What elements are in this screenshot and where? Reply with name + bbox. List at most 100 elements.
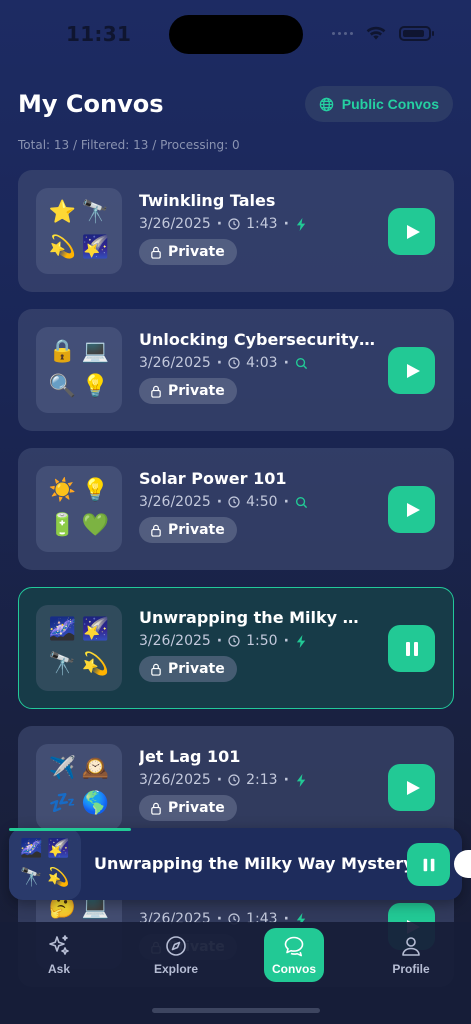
convo-title: Twinkling Tales [139, 191, 276, 210]
mini-player-emoji: 🌌 [20, 838, 43, 859]
convo-emoji: 🔭 [81, 200, 110, 225]
battery-icon [399, 25, 434, 41]
clock-icon [228, 635, 240, 647]
convo-card[interactable]: ☀️ 💡 🔋 💚 Solar Power 101 3/26/2025 · 4:50 ·… [18, 448, 454, 570]
play-button[interactable] [388, 347, 435, 394]
clock-icon [228, 218, 240, 230]
convo-card[interactable]: 🌌 🌠 🔭 💫 Unwrapping the Milky Way... 3/26/20… [18, 587, 454, 709]
mini-player[interactable]: 🌌 🌠 🔭 💫 Unwrapping the Milky Way Mystery [9, 828, 471, 900]
separator-dot: · [283, 216, 289, 232]
convo-date: 3/26/2025 [139, 355, 211, 371]
convo-emoji: 🔭 [48, 652, 77, 677]
visibility-badge: Private [139, 239, 237, 265]
separator-dot: · [283, 355, 289, 371]
visibility-badge: Private [139, 517, 237, 543]
visibility-label: Private [168, 522, 225, 538]
convo-emoji: 💡 [81, 374, 110, 399]
convo-meta: 3/26/2025 · 4:50 · [139, 494, 308, 510]
globe-icon [319, 97, 334, 111]
visibility-label: Private [168, 244, 225, 260]
status-icons [332, 25, 434, 41]
visibility-label: Private [168, 383, 225, 399]
convo-title: Unlocking Cybersecurity Sec... [139, 330, 375, 349]
mini-player-emoji: 🌠 [47, 838, 70, 859]
page-title: My Convos [18, 90, 164, 118]
convo-emoji: ☀️ [48, 478, 77, 503]
visibility-badge: Private [139, 656, 237, 682]
convo-emoji: 💡 [81, 478, 110, 503]
pause-icon [405, 641, 418, 656]
mini-player-handle[interactable] [454, 850, 471, 878]
nav-explore-label: Explore [153, 962, 198, 976]
separator-dot: · [216, 633, 223, 649]
play-icon [406, 363, 420, 378]
convo-meta: 3/26/2025 · 1:50 · [139, 633, 308, 649]
convo-emoji: 🌠 [81, 617, 110, 642]
sparkles-icon [49, 935, 69, 955]
convo-emoji: 🔍 [48, 374, 77, 399]
convo-emoji: 💻 [81, 339, 110, 364]
convo-emoji: 🌠 [81, 235, 110, 260]
convo-title: Solar Power 101 [139, 469, 287, 488]
pause-button[interactable] [388, 625, 435, 672]
convo-date: 3/26/2025 [139, 633, 211, 649]
separator-dot: · [283, 633, 289, 649]
convo-emoji: 🔋 [48, 513, 77, 538]
lock-icon [151, 663, 161, 676]
mini-player-pause-button[interactable] [407, 843, 450, 886]
mini-player-progress [9, 828, 132, 831]
play-button[interactable] [388, 486, 435, 533]
nav-ask-label: Ask [47, 962, 70, 976]
separator-dot: · [283, 494, 289, 510]
cellular-signal-icon [332, 31, 353, 35]
convo-emoji: 🔒 [48, 339, 77, 364]
convo-duration: 2:13 [246, 772, 278, 788]
convo-emoji: 💚 [81, 513, 110, 538]
clock-icon [228, 496, 240, 508]
search-icon [295, 496, 308, 508]
nav-convos-label: Convos [271, 962, 316, 976]
convo-card[interactable]: ⭐ 🔭 💫 🌠 Twinkling Tales 3/26/2025 · 1:43 · … [18, 170, 454, 292]
pause-icon [423, 858, 434, 871]
person-icon [402, 937, 420, 956]
convo-date: 3/26/2025 [139, 772, 211, 788]
mini-player-artwork: 🌌 🌠 🔭 💫 [9, 828, 81, 900]
nav-explore[interactable]: Explore [146, 928, 206, 982]
convo-meta: 3/26/2025 · 1:43 · [139, 216, 308, 232]
bolt-icon [296, 773, 306, 787]
convo-artwork: 🔒 💻 🔍 💡 [36, 327, 122, 413]
visibility-label: Private [168, 661, 225, 677]
convo-title: Jet Lag 101 [139, 747, 241, 766]
public-convos-button[interactable]: Public Convos [304, 86, 453, 122]
home-indicator [152, 1008, 320, 1013]
visibility-label: Private [168, 800, 225, 816]
convo-duration: 1:43 [246, 216, 278, 232]
convo-emoji: 💫 [48, 235, 77, 260]
convo-meta: 3/26/2025 · 2:13 · [139, 772, 308, 788]
header: My Convos Public Convos [18, 84, 453, 124]
nav-convos[interactable]: Convos [264, 928, 324, 982]
separator-dot: · [216, 216, 223, 232]
nav-ask[interactable]: Ask [29, 928, 89, 982]
convo-date: 3/26/2025 [139, 494, 211, 510]
mini-player-emoji: 🔭 [20, 867, 43, 888]
visibility-badge: Private [139, 378, 237, 404]
play-button[interactable] [388, 764, 435, 811]
wifi-icon [366, 26, 386, 40]
convo-title: Unwrapping the Milky Way... [139, 608, 375, 627]
convo-artwork: ☀️ 💡 🔋 💚 [36, 466, 122, 552]
convo-emoji: 💤 [48, 791, 77, 816]
nav-profile-label: Profile [392, 962, 430, 976]
convo-emoji: 🕰️ [81, 756, 110, 781]
convo-duration: 1:50 [246, 633, 278, 649]
bolt-icon [296, 634, 306, 648]
convo-duration: 4:03 [246, 355, 278, 371]
play-icon [406, 502, 420, 517]
nav-profile[interactable]: Profile [381, 928, 441, 982]
convo-card[interactable]: 🔒💻🔍💡 Unlocking Cybersecurity Sec... 3/26… [18, 309, 454, 431]
convo-emoji: 🌌 [48, 617, 77, 642]
play-button[interactable] [388, 208, 435, 255]
public-convos-label: Public Convos [341, 96, 439, 112]
lock-icon [151, 246, 161, 259]
lock-icon [151, 385, 161, 398]
